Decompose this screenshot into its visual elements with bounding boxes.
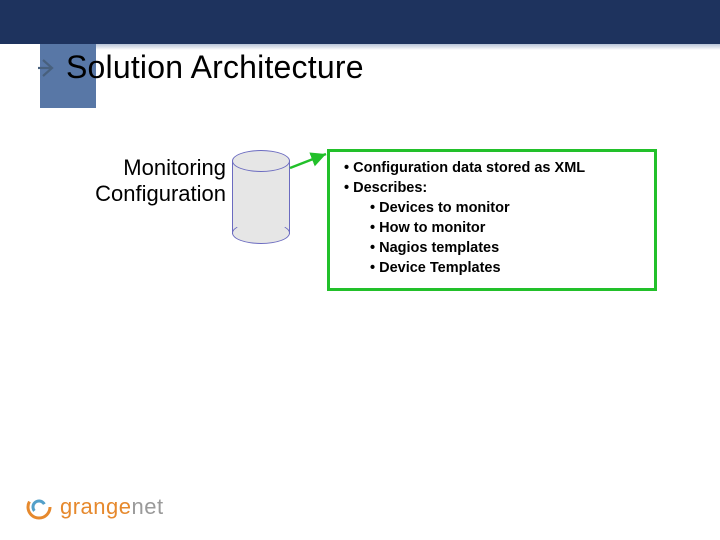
logo-swirl-icon: [24, 492, 54, 522]
callout-item: Device Templates: [338, 258, 646, 278]
callout-item: How to monitor: [338, 218, 646, 238]
logo-text-secondary: net: [132, 494, 164, 519]
logo-text-primary: grange: [60, 494, 132, 519]
header-navy-bar: [0, 0, 720, 44]
cylinder-label-line2: Configuration: [66, 181, 226, 207]
logo-text: grangenet: [60, 494, 164, 520]
database-cylinder-icon: [232, 150, 290, 244]
cylinder-label-line1: Monitoring: [66, 155, 226, 181]
callout-item: Nagios templates: [338, 238, 646, 258]
callout-item: Describes:: [338, 178, 646, 198]
connector-arrow-icon: [288, 148, 332, 172]
callout-box: Configuration data stored as XML Describ…: [327, 149, 657, 291]
callout-item: Configuration data stored as XML: [338, 158, 646, 178]
callout-item: Devices to monitor: [338, 198, 646, 218]
slide-title: Solution Architecture: [66, 49, 364, 86]
brand-logo: grangenet: [24, 492, 164, 522]
callout-list: Configuration data stored as XML Describ…: [338, 158, 646, 278]
slide: Solution Architecture Monitoring Configu…: [0, 0, 720, 540]
cylinder-label: Monitoring Configuration: [66, 155, 226, 207]
